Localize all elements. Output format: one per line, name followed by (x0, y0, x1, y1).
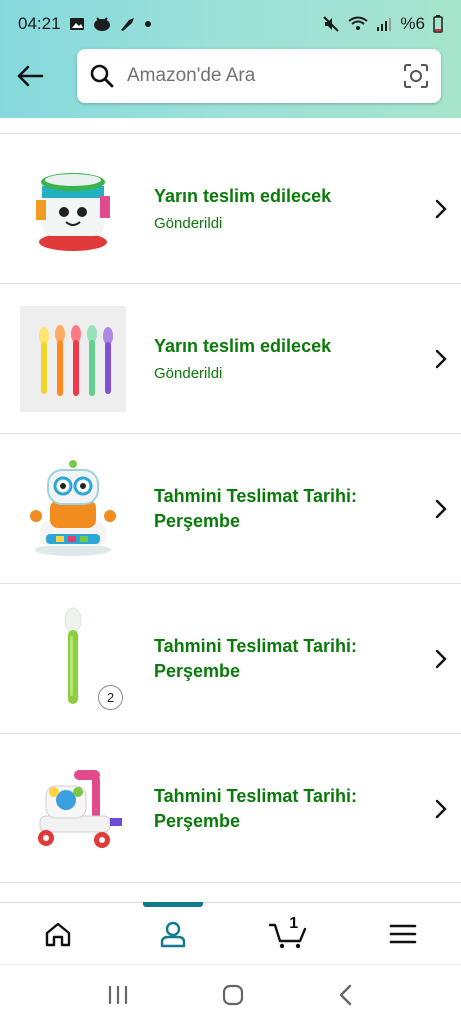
order-row[interactable]: Yarın teslim edilecek Gönderildi (0, 283, 461, 433)
chevron-right-icon (435, 499, 447, 519)
status-time: 04:21 (18, 14, 61, 33)
nav-menu[interactable] (346, 903, 461, 964)
back-navigation-icon[interactable] (336, 983, 356, 1007)
recent-apps-icon[interactable] (106, 984, 130, 1006)
bottom-navigation: 1 (0, 902, 461, 964)
account-icon (160, 921, 186, 947)
delivery-status-title: Yarın teslim edilecek (154, 336, 332, 356)
chevron-right-icon (435, 649, 447, 669)
cart-count-badge: 1 (289, 915, 299, 932)
battery-percent: %6 (400, 14, 425, 33)
nav-cart[interactable]: 1 (231, 903, 346, 964)
baby-walker-image (20, 756, 126, 862)
back-button[interactable] (12, 58, 48, 94)
gallery-notification-icon (69, 16, 85, 32)
search-icon (90, 64, 114, 88)
nav-home[interactable] (0, 903, 115, 964)
delivery-status-title: Yarın teslim edilecek (154, 186, 332, 206)
status-bar: 04:21 %6 (0, 0, 461, 48)
delivery-status-title: Tahmini Teslimat Tarihi: Perşembe (154, 636, 358, 681)
order-row[interactable]: Tahmini Teslimat Tarihi: Perşembe (0, 433, 461, 583)
camera-search-icon[interactable] (403, 63, 429, 89)
search-input[interactable]: Amazon'de Ara (127, 65, 403, 87)
chevron-right-icon (435, 349, 447, 369)
order-row[interactable]: 2 Tahmini Teslimat Tarihi: Perşembe (0, 583, 461, 733)
delivery-status-title: Tahmini Teslimat Tarihi: Perşembe (154, 786, 358, 831)
baby-spoons-image (20, 306, 126, 412)
chevron-right-icon (435, 799, 447, 819)
battery-icon (433, 15, 443, 33)
back-arrow-icon (17, 65, 44, 87)
home-icon (45, 922, 70, 946)
orders-list: Yarın teslim edilecek Gönderildi Yarın t… (0, 133, 461, 883)
header-bar: 04:21 %6 Amazon'de Ara (0, 0, 461, 118)
quantity-badge: 2 (98, 685, 123, 710)
order-row[interactable]: Tahmini Teslimat Tarihi: Perşembe (0, 733, 461, 883)
order-row[interactable]: Yarın teslim edilecek Gönderildi (0, 133, 461, 283)
more-notifications-dot-icon (144, 21, 151, 27)
shipping-status: Gönderildi (154, 215, 223, 232)
robot-toy-image (20, 456, 126, 562)
shipping-status: Gönderildi (154, 365, 223, 382)
delivery-status-title: Tahmini Teslimat Tarihi: Perşembe (154, 486, 358, 531)
chevron-right-icon (435, 199, 447, 219)
app-notification-icon (93, 16, 111, 32)
nav-account[interactable] (115, 902, 230, 964)
mute-icon (322, 15, 340, 33)
signal-icon (376, 16, 392, 32)
drum-toy-image (20, 156, 126, 262)
system-navigation-bar (0, 964, 461, 1024)
home-button-icon[interactable] (221, 983, 245, 1007)
cart-icon (269, 923, 307, 948)
search-bar[interactable]: Amazon'de Ara (77, 49, 441, 103)
menu-icon (390, 924, 417, 943)
app-notification-icon-2 (119, 16, 137, 32)
wifi-icon (348, 16, 369, 32)
